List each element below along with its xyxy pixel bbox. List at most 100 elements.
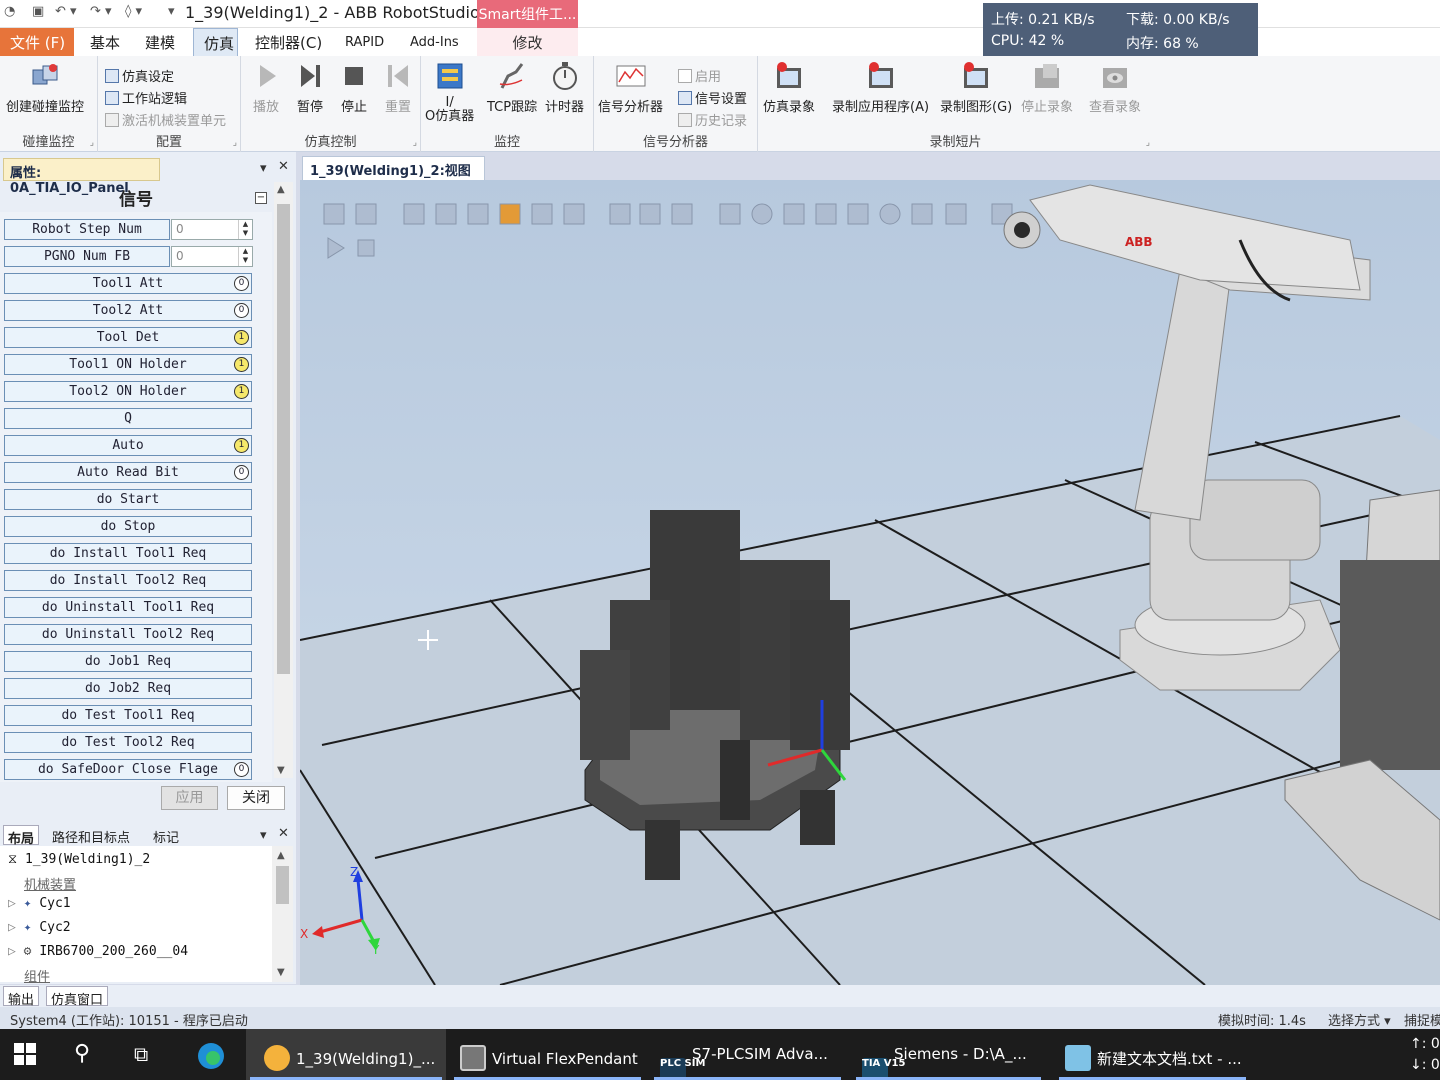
station-logic-button[interactable]: 工作站逻辑 [105,88,187,107]
signal-setup-button[interactable]: 信号设置 [678,88,747,107]
dialog-launcher-icon[interactable]: ⌟ [90,138,94,148]
signal-toggle[interactable]: Tool Det 1 [4,327,252,348]
signal-button[interactable]: do Install Tool1 Req [4,543,252,564]
signal-toggle[interactable]: do SafeDoor Close Flage 0 [4,759,252,780]
sim-record-button[interactable]: 仿真录象 [763,60,815,115]
tab-file[interactable]: 文件 (F) [0,28,74,56]
view-toolbar[interactable] [323,203,1013,259]
select-mode-dropdown[interactable]: 选择方式 ▾ [1328,1010,1391,1029]
signal-toggle[interactable]: Auto 1 [4,435,252,456]
tree-item-cyc1[interactable]: ▷ ✦ Cyc1 [8,896,71,911]
expand-icon[interactable]: ▷ [8,920,16,935]
tree-item-cyc2[interactable]: ▷ ✦ Cyc2 [8,920,71,935]
sim-setup-button[interactable]: 仿真设定 [105,66,174,85]
signal-button[interactable]: do Uninstall Tool2 Req [4,624,252,645]
signal-button[interactable]: do Stop [4,516,252,537]
save-icon[interactable]: ▣ [32,4,44,19]
scroll-up-icon[interactable]: ▲ [277,184,285,195]
apply-button[interactable]: 应用 [161,786,218,810]
expand-icon[interactable]: ▷ [8,944,16,959]
signal-value-input[interactable]: 0 ▲ ▼ [171,219,253,240]
taskbar-item-flexpendant[interactable]: Virtual FlexPendant [450,1029,645,1080]
tab-addins[interactable]: Add-Ins [400,28,469,56]
collapse-icon[interactable]: − [255,192,267,204]
edge-button[interactable] [196,1029,236,1080]
dialog-launcher-icon[interactable]: ⌟ [413,138,417,148]
close-icon[interactable]: ✕ [278,826,289,841]
spinner-arrows-icon[interactable]: ▲ ▼ [238,220,252,239]
activate-mech-button[interactable]: 激活机械装置单元 [105,110,226,129]
create-collision-monitor-button[interactable]: 创建碰撞监控 [6,60,84,115]
tree-item-robot[interactable]: ▷ ⚙ IRB6700_200_260__04 [8,944,188,959]
dialog-launcher-icon[interactable]: ⌟ [233,138,237,148]
panel-menu-icon[interactable]: ▾ [260,161,267,176]
signal-toggle[interactable]: Tool2 ON Holder 1 [4,381,252,402]
signal-value-input[interactable]: 0 ▲ ▼ [171,246,253,267]
signal-button[interactable]: do Install Tool2 Req [4,570,252,591]
scroll-thumb[interactable] [277,204,290,674]
scroll-up-icon[interactable]: ▲ [277,850,285,861]
close-button[interactable]: 关闭 [227,786,285,810]
expand-icon[interactable]: ▷ [8,896,16,911]
signal-button[interactable]: do Start [4,489,252,510]
scene-canvas[interactable]: ABB Z X Y [300,180,1440,985]
tree-heading-mechanisms[interactable]: 机械装置 [24,874,76,893]
undo-icon[interactable]: ↶ ▾ [55,4,77,19]
pause-button[interactable]: 暂停 [294,60,326,115]
tab-controller[interactable]: 控制器(C) [245,28,332,56]
taskbar-item-tia[interactable]: TIA V15Siemens - D:\A_... [852,1029,1045,1080]
redo-icon[interactable]: ↷ ▾ [90,4,112,19]
spinner-arrows-icon[interactable]: ▲ ▼ [238,247,252,266]
signal-button[interactable]: do Test Tool1 Req [4,705,252,726]
dialog-launcher-icon[interactable]: ⌟ [1146,138,1150,148]
scroll-thumb[interactable] [276,866,289,904]
record-app-button[interactable]: 录制应用程序(A) [832,60,929,115]
taskbar-item-plcsim[interactable]: PLC SIMS7-PLCSIM Adva... [650,1029,845,1080]
tag-icon[interactable]: ◊ ▾ [125,4,142,19]
document-tab[interactable]: 1_39(Welding1)_2:视图1 ✕ [302,156,485,194]
signal-scrollbar[interactable]: ▲ ▼ [274,182,293,778]
signal-toggle[interactable]: Auto Read Bit 0 [4,462,252,483]
tab-basic[interactable]: 基本 [80,28,130,56]
signal-toggle[interactable]: Tool2 Att 0 [4,300,252,321]
scroll-down-icon[interactable]: ▼ [277,967,285,978]
signal-toggle[interactable]: Tool1 Att 0 [4,273,252,294]
view-record-button[interactable]: 查看录象 [1089,60,1141,115]
close-icon[interactable]: ✕ [278,159,289,174]
signal-button[interactable]: do Job1 Req [4,651,252,672]
tab-simulation[interactable]: 仿真 [193,28,238,56]
tab-tags[interactable]: 标记 [149,825,183,846]
search-icon[interactable]: ⚲ [74,1029,108,1080]
tab-sim-window[interactable]: 仿真窗口 [46,986,109,1008]
customize-qa-icon[interactable]: ▾ [168,4,175,19]
play-button[interactable]: 播放 [250,60,282,115]
signal-button[interactable]: do Test Tool2 Req [4,732,252,753]
capture-mode-dropdown[interactable]: 捕捉模 [1404,1010,1440,1029]
tree-scrollbar[interactable]: ▲ ▼ [272,846,293,982]
tab-modify[interactable]: 修改 [477,28,578,56]
reset-button[interactable]: 重置 [382,60,414,115]
timer-button[interactable]: 计时器 [545,60,584,115]
tab-output[interactable]: 输出 [3,986,40,1008]
taskbar-item-notepad[interactable]: 新建文本文档.txt - ... [1055,1029,1250,1080]
tab-paths-targets[interactable]: 路径和目标点 [48,825,134,846]
tcp-trace-button[interactable]: TCP跟踪 [487,60,537,115]
tab-layout[interactable]: 布局 [3,825,40,847]
io-simulator-button[interactable]: I/ O仿真器 [425,60,474,124]
properties-tab[interactable]: 属性: 0A_TIA_IO_Panel [3,158,160,196]
enable-checkbox[interactable]: 启用 [678,66,721,85]
record-graphics-button[interactable]: 录制图形(G) [940,60,1012,115]
task-view-icon[interactable]: ⧉ [134,1029,168,1080]
taskbar-item-robotstudio[interactable]: 1_39(Welding1)_... [246,1029,446,1080]
tab-modeling[interactable]: 建模 [135,28,185,56]
signal-button[interactable]: do Uninstall Tool1 Req [4,597,252,618]
tree-heading-components[interactable]: 组件 [24,966,50,985]
start-button[interactable] [14,1029,48,1080]
app-icon[interactable]: ◔ [4,4,15,19]
signal-button[interactable]: Q [4,408,252,429]
signal-analyzer-button[interactable]: 信号分析器 [598,60,663,115]
signal-toggle[interactable]: Tool1 ON Holder 1 [4,354,252,375]
tab-rapid[interactable]: RAPID [335,28,394,56]
signal-button[interactable]: do Job2 Req [4,678,252,699]
panel-menu-icon[interactable]: ▾ [260,828,267,843]
